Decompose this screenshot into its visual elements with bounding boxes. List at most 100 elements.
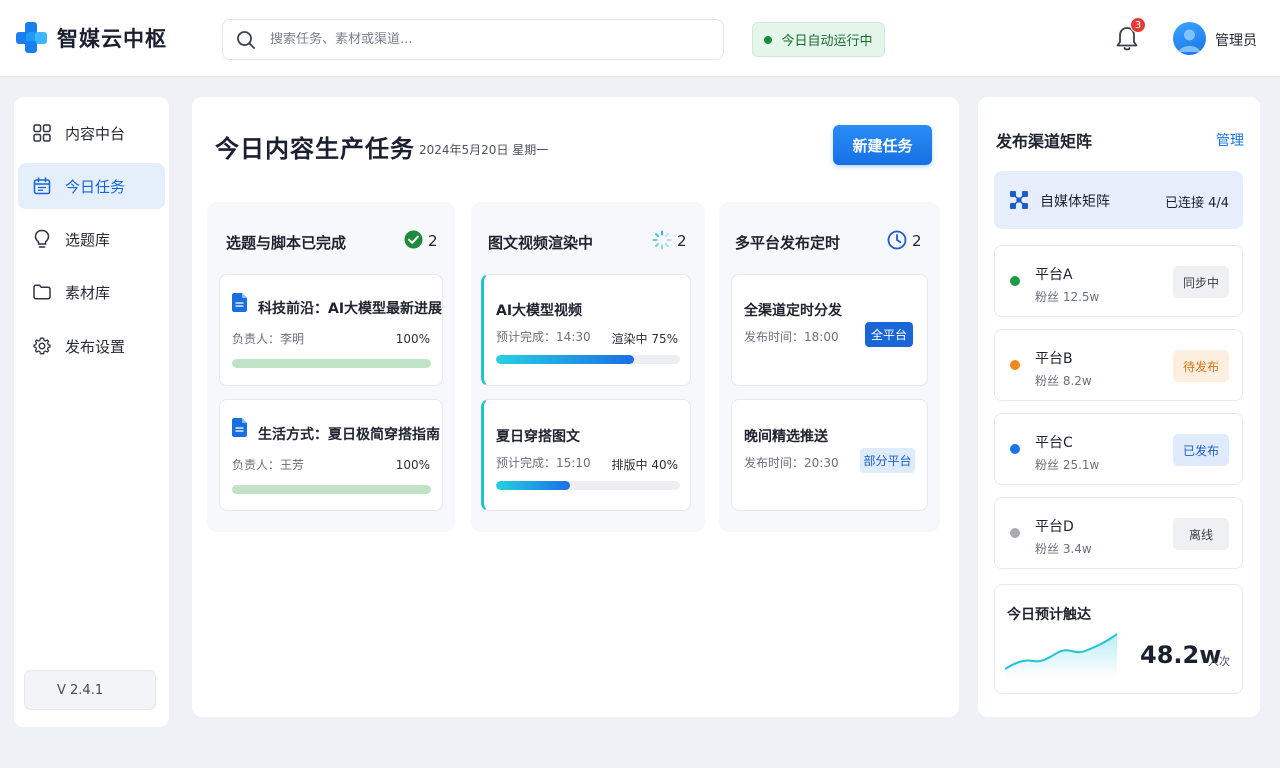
column-title: 选题与脚本已完成: [226, 234, 347, 252]
calendar-icon: [33, 177, 51, 195]
reach-unit: 人次: [1208, 655, 1230, 668]
platform-name: 平台C: [1035, 435, 1073, 451]
sidebar-item-today-tasks[interactable]: 今日任务: [18, 163, 165, 209]
version-label: V 2.4.1: [24, 670, 156, 710]
column-count: 2: [677, 232, 687, 250]
channel-panel: 发布渠道矩阵 管理 自媒体矩阵 已连接 4/4 平台A 粉丝 12.5w 同步中…: [978, 97, 1260, 717]
lightbulb-icon: [34, 229, 50, 248]
task-title: AI大模型视频: [496, 303, 583, 319]
matrix-label: 自媒体矩阵: [1040, 194, 1110, 210]
sidebar-item-content-hub[interactable]: 内容中台: [18, 110, 165, 156]
status-dot: [1010, 276, 1020, 286]
task-column-scheduled: 多平台发布定时 2 全渠道定时分发 发布时间：18:00 全平台 晚间精选推送 …: [719, 202, 940, 532]
sidebar-item-topic-library[interactable]: 选题库: [18, 216, 165, 262]
status-dot: [1010, 528, 1020, 538]
task-eta: 预计完成：14:30: [496, 330, 591, 344]
platform-card-b[interactable]: 平台B 粉丝 8.2w 待发布: [994, 329, 1243, 401]
task-title: 生活方式：夏日极简穿搭指南: [258, 427, 440, 443]
task-title: 全渠道定时分发: [744, 303, 842, 319]
check-circle-icon: [404, 230, 423, 249]
platform-fans: 粉丝 12.5w: [1035, 290, 1100, 304]
platform-fans: 粉丝 8.2w: [1035, 374, 1092, 388]
reach-sparkline: [1005, 633, 1118, 678]
sidebar-item-label: 素材库: [65, 283, 111, 302]
task-progress-label: 排版中 40%: [611, 458, 679, 472]
platform-name: 平台B: [1035, 351, 1073, 367]
progress-bar: [232, 359, 431, 368]
task-card[interactable]: 夏日穿搭图文 预计完成：15:10 排版中 40%: [481, 399, 691, 511]
user-avatar[interactable]: [1173, 22, 1206, 55]
platform-card-a[interactable]: 平台A 粉丝 12.5w 同步中: [994, 245, 1243, 317]
task-owner: 负责人：李明: [232, 332, 305, 346]
task-column-scripted: 选题与脚本已完成 2 科技前沿：AI大模型最新进展 负责人：李明 100% 生活…: [207, 202, 455, 532]
user-name[interactable]: 管理员: [1215, 30, 1257, 50]
task-card[interactable]: 全渠道定时分发 发布时间：18:00 全平台: [731, 274, 928, 386]
sidebar-item-publish-settings[interactable]: 发布设置: [18, 323, 165, 369]
column-title: 图文视频渲染中: [488, 234, 594, 252]
task-card[interactable]: AI大模型视频 预计完成：14:30 渲染中 75%: [481, 274, 691, 386]
status-dot: [1010, 444, 1020, 454]
task-column-rendering: 图文视频渲染中 2 AI大模型视频 预计完成：14:30 渲染中 75% 夏日穿…: [471, 202, 705, 532]
progress-bar-fill: [232, 485, 431, 494]
sidebar-item-label: 选题库: [65, 230, 111, 249]
task-progress-label: 渲染中 75%: [611, 332, 679, 346]
gear-icon: [33, 337, 51, 355]
task-progress-label: 100%: [395, 332, 430, 346]
media-matrix-row[interactable]: 自媒体矩阵 已连接 4/4: [994, 171, 1243, 229]
publish-time: 发布时间：18:00: [744, 330, 839, 344]
platform-status-badge: 同步中: [1173, 266, 1229, 298]
platform-name: 平台D: [1035, 519, 1074, 535]
page-date: 2024年5月20日 星期一: [419, 143, 549, 157]
task-card[interactable]: 科技前沿：AI大模型最新进展 负责人：李明 100%: [219, 274, 443, 386]
search-input[interactable]: [270, 32, 690, 47]
manage-link[interactable]: 管理: [1216, 130, 1244, 150]
progress-bar-fill: [232, 359, 431, 368]
task-progress-label: 100%: [395, 458, 430, 472]
search-bar[interactable]: [222, 19, 724, 60]
task-title: 科技前沿：AI大模型最新进展: [258, 301, 443, 317]
spinner-icon: [652, 230, 672, 250]
progress-bar-fill: [496, 355, 634, 364]
platform-scope-tag: 全平台: [865, 322, 913, 347]
progress-bar: [496, 355, 680, 364]
task-owner: 负责人：王芳: [232, 458, 305, 472]
platform-name: 平台A: [1035, 267, 1073, 283]
publish-time: 发布时间：20:30: [744, 456, 839, 470]
sidebar-item-label: 今日任务: [65, 177, 126, 196]
platform-scope-tag: 部分平台: [860, 448, 915, 473]
clock-icon: [887, 230, 907, 250]
progress-bar-fill: [496, 481, 570, 490]
platform-card-c[interactable]: 平台C 粉丝 25.1w 已发布: [994, 413, 1243, 485]
folder-icon: [33, 284, 51, 300]
reach-summary-card: 今日预计触达 48.2w 人次: [994, 584, 1243, 694]
top-bar: 智媒云中枢 今日自动运行中 3 管理员: [0, 0, 1280, 77]
app-logo[interactable]: 智媒云中枢: [16, 22, 167, 53]
matrix-connected-count: 已连接 4/4: [1164, 196, 1229, 211]
new-task-button[interactable]: 新建任务: [833, 125, 932, 165]
sidebar-item-label: 内容中台: [65, 124, 126, 143]
reach-title: 今日预计触达: [1007, 607, 1091, 623]
progress-bar: [232, 485, 431, 494]
sidebar: 内容中台 今日任务 选题库 素材库 发布设置 V 2.4.1: [14, 97, 169, 727]
status-label: 今日自动运行中: [781, 34, 873, 49]
search-icon: [237, 30, 255, 49]
task-card[interactable]: 生活方式：夏日极简穿搭指南 负责人：王芳 100%: [219, 399, 443, 511]
page-title: 今日内容生产任务: [215, 135, 415, 163]
sidebar-item-asset-library[interactable]: 素材库: [18, 269, 165, 315]
user-icon: [1179, 29, 1200, 52]
grid-icon: [33, 124, 51, 142]
platform-card-d[interactable]: 平台D 粉丝 3.4w 离线: [994, 497, 1243, 569]
notification-count-badge: 3: [1130, 17, 1146, 33]
task-eta: 预计完成：15:10: [496, 456, 591, 470]
progress-bar: [496, 481, 680, 490]
column-count: 2: [428, 232, 438, 250]
platform-status-badge: 已发布: [1173, 434, 1229, 466]
app-name: 智媒云中枢: [57, 26, 167, 51]
platform-fans: 粉丝 25.1w: [1035, 458, 1100, 472]
document-icon: [232, 418, 247, 437]
main-panel: 今日内容生产任务 2024年5月20日 星期一 新建任务 选题与脚本已完成 2 …: [192, 97, 959, 717]
task-card[interactable]: 晚间精选推送 发布时间：20:30 部分平台: [731, 399, 928, 511]
logo-icon: [16, 22, 47, 53]
platform-fans: 粉丝 3.4w: [1035, 542, 1092, 556]
task-title: 晚间精选推送: [744, 429, 828, 445]
